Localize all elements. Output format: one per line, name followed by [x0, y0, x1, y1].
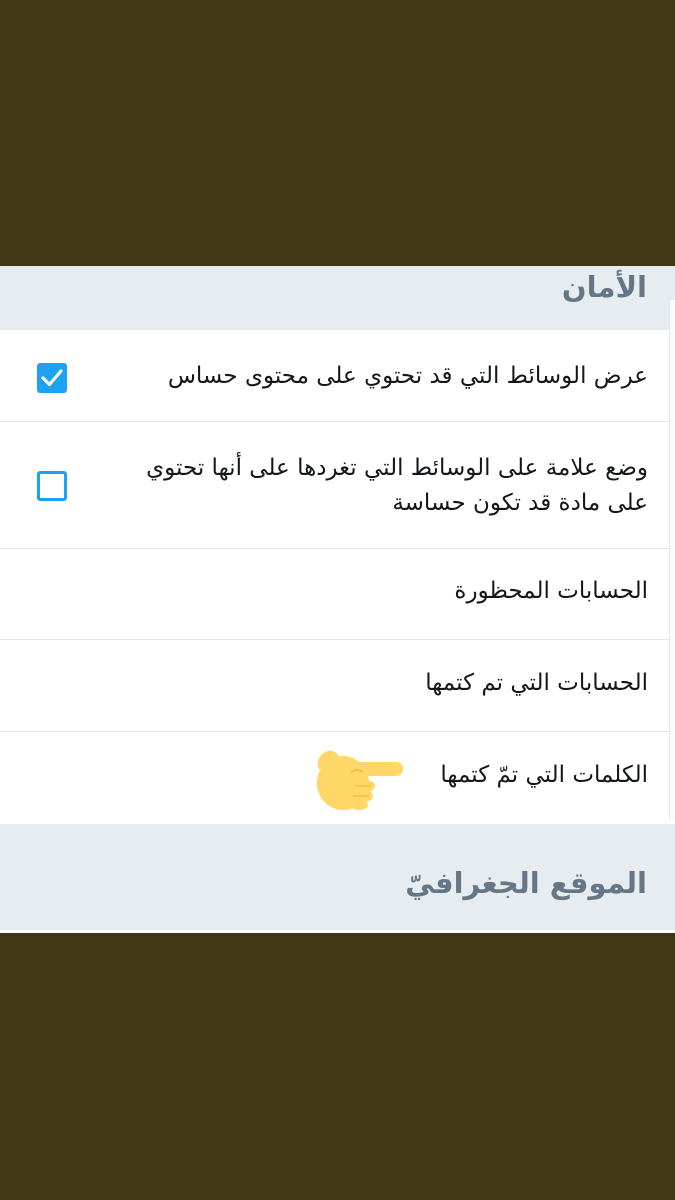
setting-label: الحسابات التي تم كتمها: [425, 670, 648, 696]
setting-label-line1: وضع علامة على الوسائط التي تغردها على أن…: [146, 455, 648, 481]
pointing-hand-emoji: [315, 742, 407, 818]
setting-muted-accounts[interactable]: الحسابات التي تم كتمها: [0, 640, 675, 732]
setting-label: وضع علامة على الوسائط التي تغردها على أن…: [146, 451, 648, 521]
section-title-security: الأمان: [561, 270, 647, 304]
setting-label-line2: على مادة قد تكون حساسة: [392, 490, 648, 516]
section-header-location: الموقع الجغرافيّ: [0, 824, 675, 932]
setting-label: الحسابات المحظورة: [454, 578, 648, 604]
setting-label: عرض الوسائط التي قد تحتوي على محتوى حساس: [167, 363, 648, 389]
setting-display-sensitive-media[interactable]: عرض الوسائط التي قد تحتوي على محتوى حساس: [0, 330, 675, 422]
setting-blocked-accounts[interactable]: الحسابات المحظورة: [0, 549, 675, 640]
settings-panel: الأمان عرض الوسائط التي قد تحتوي على محت…: [0, 266, 675, 932]
setting-muted-words[interactable]: الكلمات التي تمّ كتمها: [0, 732, 675, 824]
setting-label: الكلمات التي تمّ كتمها: [440, 762, 648, 788]
setting-mark-media-sensitive[interactable]: وضع علامة على الوسائط التي تغردها على أن…: [0, 422, 675, 549]
section-title-location: الموقع الجغرافيّ: [405, 866, 647, 900]
scrollbar[interactable]: [669, 300, 675, 820]
section-header-security: الأمان: [0, 266, 675, 330]
checkbox-checked-icon[interactable]: [37, 363, 67, 393]
divider: [0, 930, 675, 933]
checkbox-unchecked-icon[interactable]: [37, 471, 67, 501]
